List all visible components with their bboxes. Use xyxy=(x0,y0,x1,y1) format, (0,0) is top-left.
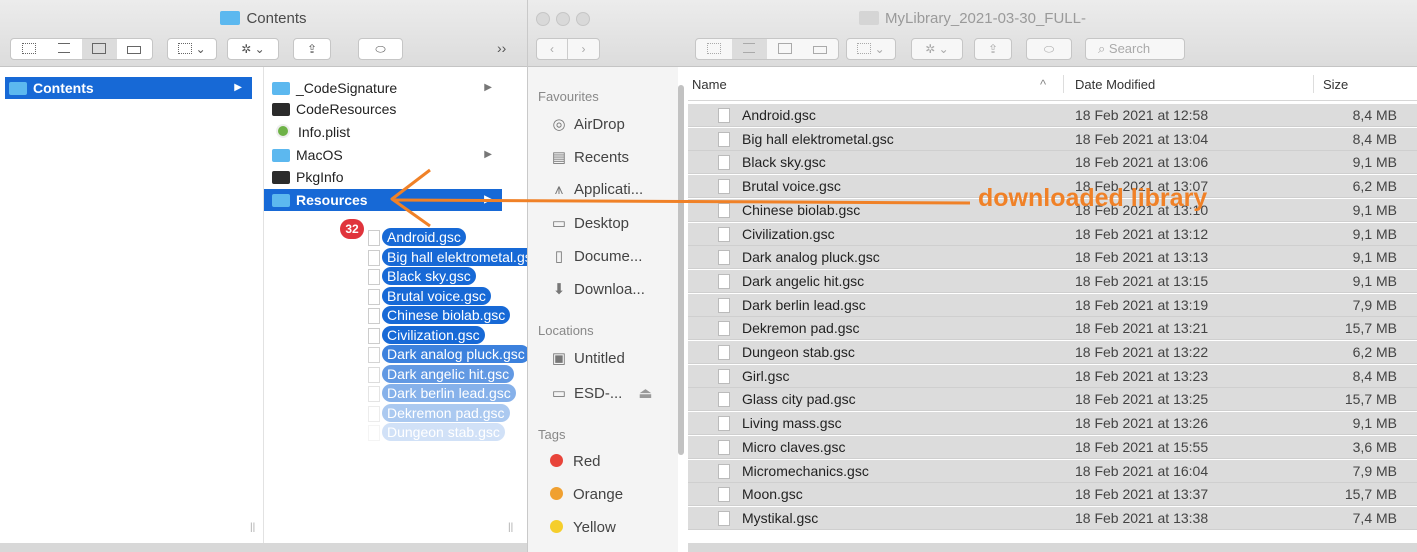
arrow-head xyxy=(390,168,431,228)
annotation-arrow xyxy=(390,168,971,228)
annotation-label: downloaded library xyxy=(978,184,1208,212)
arrow-line xyxy=(394,198,971,205)
